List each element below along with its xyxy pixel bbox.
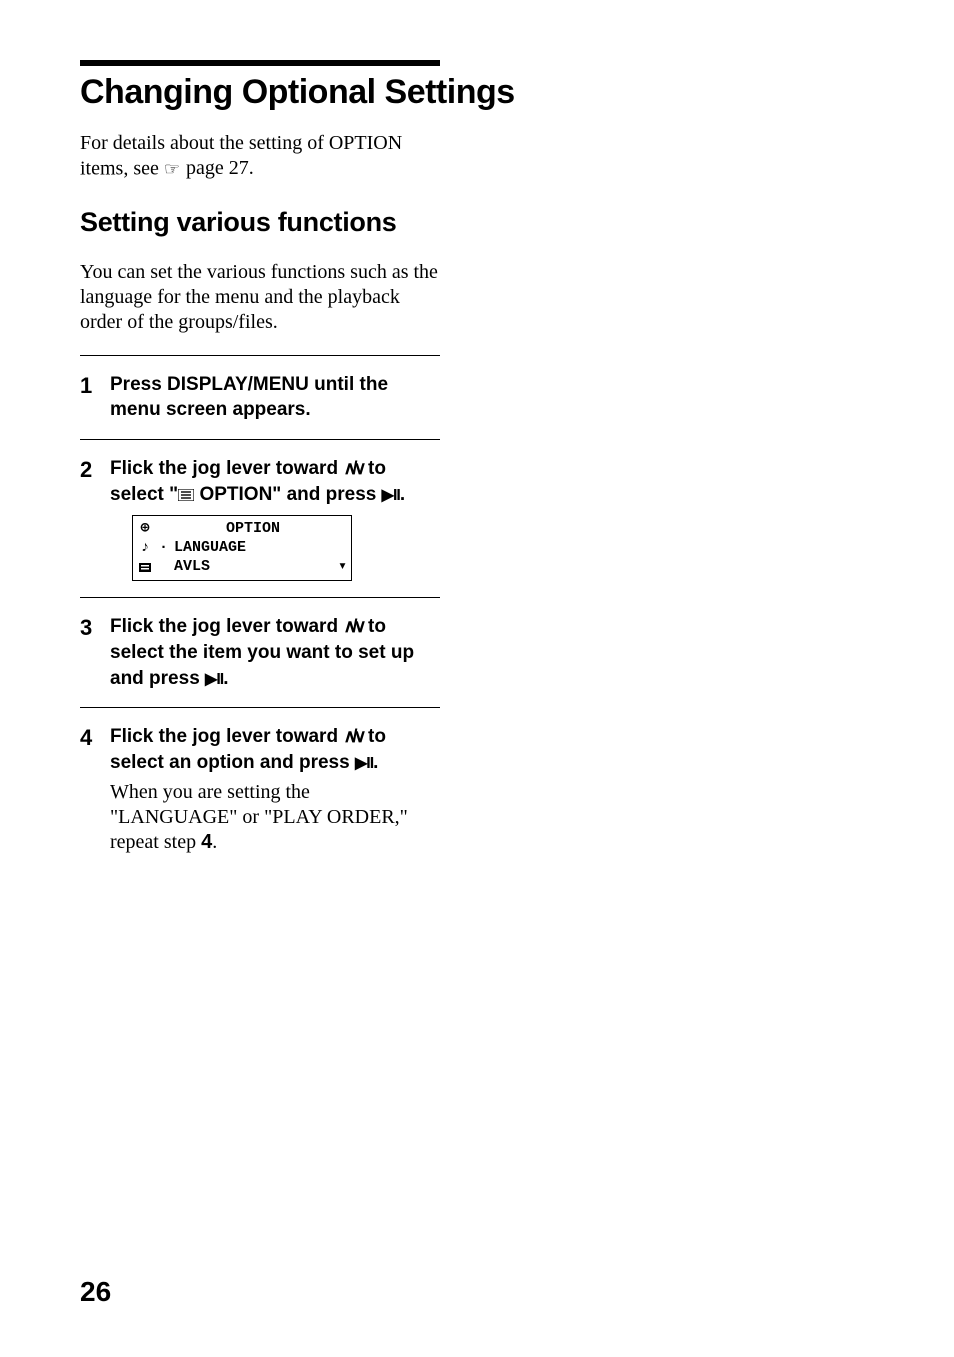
lcd-row: ∙AVLS ▾ (137, 558, 347, 577)
text: . (223, 668, 228, 689)
lcd-scroll-down-icon: ▾ (338, 558, 347, 577)
step-number: 3 (80, 614, 98, 691)
title-rule (80, 60, 440, 66)
pointing-hand-icon: ☞ (164, 160, 180, 178)
separator (80, 355, 440, 356)
play-icon: ▶ (382, 487, 393, 504)
step-4: 4 Flick the jog lever toward ∧/∨ to sele… (80, 724, 440, 854)
page-reference: ☞ page 27. (164, 156, 254, 181)
pause-icon: II (393, 487, 400, 504)
manual-page: Changing Optional Settings For details a… (0, 0, 954, 1357)
step-body: Press DISPLAY/MENU until the menu screen… (110, 372, 440, 423)
step-body: Flick the jog lever toward ∧/∨ to select… (110, 456, 440, 582)
step-title: Flick the jog lever toward ∧/∨ to select… (110, 724, 440, 775)
up-down-icon: ∧/∨ (343, 458, 362, 478)
step-title: Flick the jog lever toward ∧/∨ to select… (110, 614, 440, 691)
text: . (400, 484, 405, 505)
caret-down-icon: ∨ (354, 458, 363, 478)
intro-page-ref-text: page 27. (186, 156, 254, 181)
play-pause-icon: ▶II (382, 487, 400, 504)
play-pause-icon: ▶II (205, 671, 223, 688)
text: Flick the jog lever toward (110, 458, 343, 479)
text: OPTION" and press (194, 484, 381, 505)
lcd-item-language: LANGUAGE (174, 539, 246, 558)
option-menu-icon (178, 489, 194, 501)
lcd-title: OPTION (159, 520, 347, 539)
steps-list: 1 Press DISPLAY/MENU until the menu scre… (80, 355, 440, 855)
lcd-screen: ⊕ OPTION ♪ ∙ LANGUAGE ∙AVLS ▾ (132, 515, 352, 581)
step-note: When you are setting the "LANGUAGE" or "… (110, 780, 440, 855)
step-number: 1 (80, 372, 98, 423)
text: Flick the jog lever toward (110, 726, 343, 747)
separator (80, 439, 440, 440)
caret-up-icon: ∧ (343, 458, 352, 478)
separator (80, 597, 440, 598)
separator (80, 707, 440, 708)
step-title: Flick the jog lever toward ∧/∨ to select… (110, 456, 440, 507)
intro-paragraph: For details about the setting of OPTION … (80, 131, 440, 182)
note-pre: When you are setting the "LANGUAGE" or "… (110, 781, 408, 853)
text: . (373, 752, 378, 773)
step-body: Flick the jog lever toward ∧/∨ to select… (110, 614, 440, 691)
caret-down-icon: ∨ (354, 726, 363, 746)
play-icon: ▶ (355, 755, 366, 772)
lcd-item-avls: AVLS (174, 558, 210, 577)
up-down-icon: ∧/∨ (343, 616, 362, 636)
note-step-ref: 4 (201, 831, 212, 853)
caret-up-icon: ∧ (343, 726, 352, 746)
play-icon: ▶ (205, 671, 216, 688)
lcd-icon-settings (137, 561, 153, 573)
step-2: 2 Flick the jog lever toward ∧/∨ to sele… (80, 456, 440, 582)
subheading: Setting various functions (80, 206, 872, 240)
lcd-row: ⊕ OPTION (137, 520, 347, 539)
step-title: Press DISPLAY/MENU until the menu screen… (110, 372, 440, 423)
page-title: Changing Optional Settings (80, 74, 872, 111)
step-body: Flick the jog lever toward ∧/∨ to select… (110, 724, 440, 854)
lcd-icon-music: ♪ (137, 539, 153, 558)
caret-down-icon: ∨ (354, 616, 363, 636)
lcd-icon-search: ⊕ (137, 520, 153, 539)
lcd-bullet: ∙ (159, 539, 168, 558)
step-1: 1 Press DISPLAY/MENU until the menu scre… (80, 372, 440, 423)
note-post: . (212, 831, 217, 853)
play-pause-icon: ▶II (355, 755, 373, 772)
text: Flick the jog lever toward (110, 616, 343, 637)
lcd-row: ♪ ∙ LANGUAGE (137, 539, 347, 558)
up-down-icon: ∧/∨ (343, 726, 362, 746)
step-number: 2 (80, 456, 98, 582)
step-number: 4 (80, 724, 98, 854)
page-number: 26 (80, 1274, 111, 1309)
caret-up-icon: ∧ (343, 616, 352, 636)
sub-intro-paragraph: You can set the various functions such a… (80, 260, 440, 335)
step-3: 3 Flick the jog lever toward ∧/∨ to sele… (80, 614, 440, 691)
